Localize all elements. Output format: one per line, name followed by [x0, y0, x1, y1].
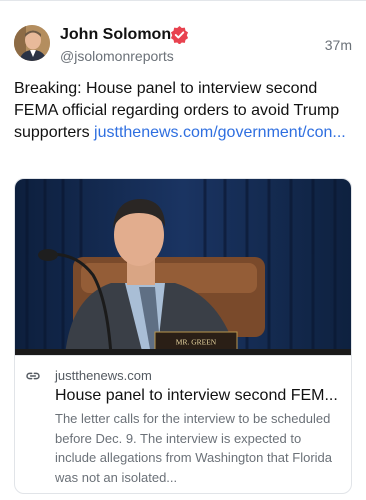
author-handle[interactable]: @jsolomonreports [60, 48, 174, 64]
link-preview-image: MR. GREEN [15, 179, 351, 355]
verified-badge-icon [170, 25, 189, 44]
link-domain: justthenews.com [55, 368, 152, 383]
post-text: Breaking: House panel to interview secon… [14, 78, 352, 144]
author-name[interactable]: John Solomon [60, 26, 171, 44]
post-link[interactable]: justthenews.com/government/con... [94, 124, 346, 141]
nameplate-text: MR. GREEN [176, 338, 217, 347]
top-divider [0, 0, 366, 1]
link-title[interactable]: House panel to interview second FEM... [55, 386, 343, 406]
link-preview-body: justthenews.com House panel to interview… [15, 355, 351, 493]
link-description: The letter calls for the interview to be… [55, 411, 332, 485]
post-timestamp[interactable]: 37m [325, 37, 352, 53]
link-icon [26, 372, 40, 380]
post-header: John Solomon @jsolomonreports 37m [14, 24, 352, 68]
link-preview-card[interactable]: MR. GREEN justthenews.com House panel to… [14, 178, 352, 494]
author-avatar[interactable] [14, 25, 50, 61]
